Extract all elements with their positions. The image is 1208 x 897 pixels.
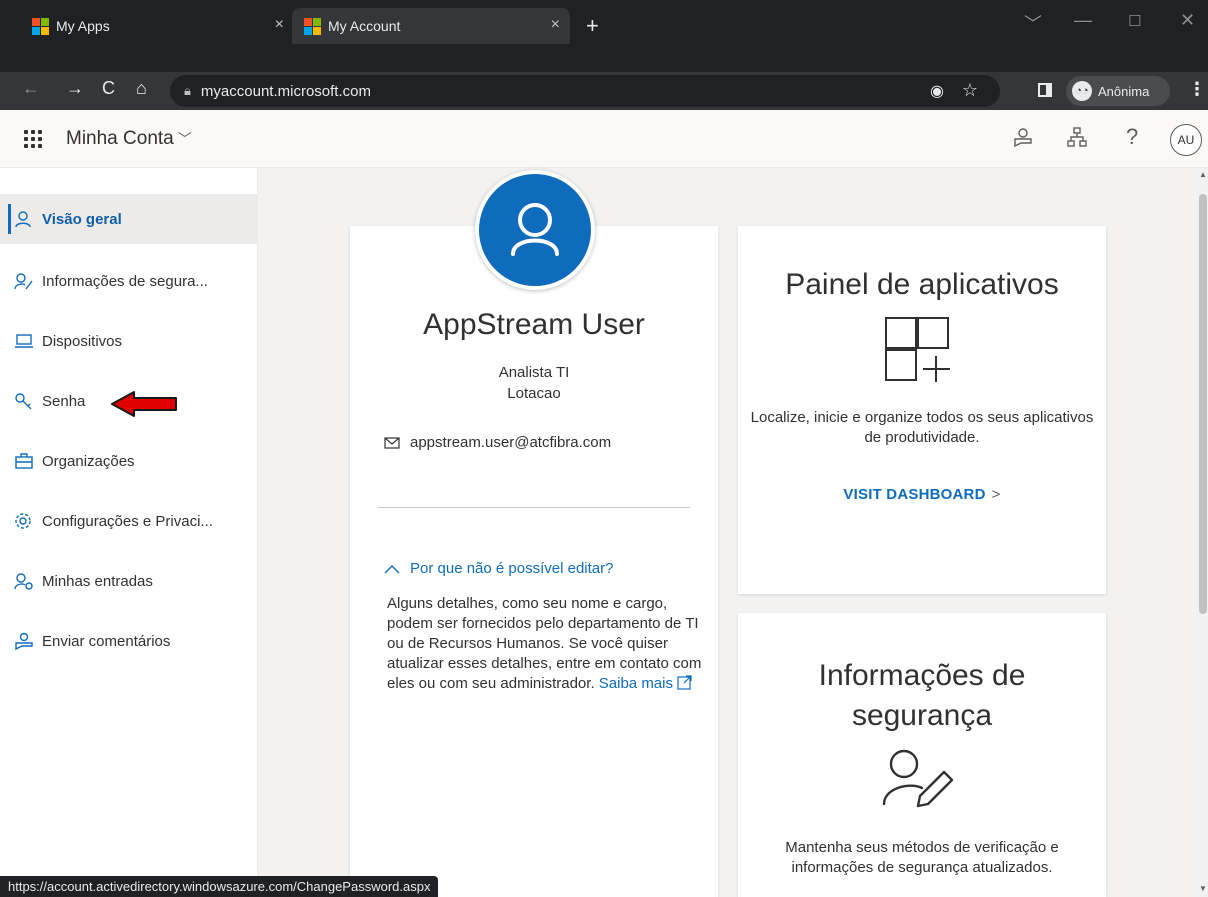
sidebar-item-send-feedback[interactable]: Enviar comentários: [0, 616, 258, 666]
red-arrow-annotation-icon: [111, 391, 177, 417]
learn-more-link[interactable]: Saiba mais: [599, 675, 673, 692]
address-url[interactable]: myaccount.microsoft.com: [201, 83, 371, 100]
microsoft-logo-icon: [32, 18, 49, 35]
scroll-up-icon[interactable]: ▲: [1199, 170, 1207, 179]
profile-location: Lotacao: [507, 385, 561, 402]
visit-dashboard-link[interactable]: VISIT DASHBOARD >: [738, 486, 1106, 503]
security-info-title-line2: segurança: [851, 699, 993, 732]
sidebar-item-label: Organizações: [42, 452, 135, 470]
link-status-bar: https://account.activedirectory.windowsa…: [0, 876, 439, 897]
feedback-icon[interactable]: [1012, 126, 1034, 154]
sidebar-item-settings-privacy[interactable]: Configurações e Privaci...: [0, 496, 258, 546]
address-bar[interactable]: 🔒︎ myaccount.microsoft.com ◉ ☆: [170, 75, 1000, 107]
visit-dashboard-label: VISIT DASHBOARD: [843, 486, 986, 503]
why-cant-edit-text: Alguns detalhes, como seu nome e cargo, …: [387, 594, 702, 694]
person-key-icon: [14, 272, 42, 290]
tab-search-chevron-icon[interactable]: ﹀: [1024, 10, 1042, 36]
sidebar-item-overview[interactable]: Visão geral: [0, 194, 258, 244]
sidebar-item-organizations[interactable]: Organizações: [0, 436, 258, 486]
why-cant-edit-toggle[interactable]: Por que não é possível editar?: [384, 560, 613, 577]
person-key-icon: [14, 572, 42, 590]
browser-menu-icon[interactable]: ⋮: [1188, 79, 1206, 100]
page-scrollbar[interactable]: ▲ ▼: [1198, 168, 1208, 897]
profile-job-title: Analista TI: [498, 364, 570, 381]
person-icon: [511, 203, 559, 256]
app-title-menu[interactable]: Minha Conta ﹀: [66, 128, 192, 150]
profile-name: AppStream User: [423, 308, 645, 341]
sidebar-item-label: Senha: [42, 392, 86, 410]
sidebar-item-label: Dispositivos: [42, 332, 123, 350]
person-edit-icon: [882, 749, 954, 808]
reload-icon[interactable]: C: [102, 78, 115, 99]
avatar[interactable]: AU: [1170, 124, 1202, 156]
security-info-description: Mantenha seus métodos de verificação e i…: [785, 839, 1059, 876]
tab-title: My Account: [328, 18, 401, 34]
scrollbar-thumb[interactable]: [1199, 194, 1207, 614]
tab-close-icon[interactable]: ×: [551, 16, 560, 34]
external-link-icon[interactable]: [677, 675, 692, 692]
sidebar-item-label: Visão geral: [42, 210, 122, 228]
feedback-icon: [14, 632, 42, 650]
scroll-down-icon[interactable]: ▼: [1199, 884, 1207, 893]
security-info-title-line1: Informações de: [818, 659, 1026, 692]
incognito-icon: ◔◔: [1072, 81, 1092, 101]
apps-dashboard-title: Painel de aplicativos: [785, 268, 1059, 301]
mail-icon: [384, 436, 400, 449]
gear-icon: [14, 512, 42, 530]
profile-email: appstream.user@atcfibra.com: [410, 434, 612, 451]
sidebar-item-label: Minhas entradas: [42, 572, 153, 590]
key-icon: [14, 392, 42, 410]
home-icon[interactable]: ⌂: [136, 78, 147, 99]
app-launcher-icon[interactable]: [24, 130, 42, 148]
sidebar-item-security-info[interactable]: Informações de segura...: [0, 256, 258, 306]
sidebar-item-my-sign-ins[interactable]: Minhas entradas: [0, 556, 258, 606]
help-icon[interactable]: ?: [1126, 124, 1138, 150]
sidebar-item-label: Informações de segura...: [42, 272, 208, 290]
bookmark-star-icon[interactable]: ☆: [962, 80, 978, 101]
profile-avatar: [475, 170, 595, 290]
microsoft-logo-icon: [304, 18, 321, 35]
minimize-icon[interactable]: —: [1074, 10, 1092, 31]
person-icon: [14, 210, 42, 228]
incognito-profile-button[interactable]: ◔◔ Anônima: [1066, 76, 1170, 106]
chevron-right-icon: >: [991, 486, 1001, 503]
tab-close-icon[interactable]: ×: [275, 16, 284, 34]
tab-title: My Apps: [56, 18, 110, 34]
eye-icon[interactable]: ◉: [930, 81, 944, 101]
forward-icon[interactable]: →: [66, 78, 84, 99]
chevron-down-icon: ﹀: [177, 131, 192, 147]
sidebar-item-label: Configurações e Privaci...: [42, 512, 213, 530]
profile-email-row: appstream.user@atcfibra.com: [384, 434, 611, 451]
laptop-icon: [14, 333, 42, 349]
divider: [378, 507, 690, 508]
sidebar-item-devices[interactable]: Dispositivos: [0, 316, 258, 366]
organization-icon[interactable]: [1066, 126, 1088, 154]
app-header: Minha Conta ﹀ ? AU: [0, 110, 1208, 168]
why-cant-edit-label: Por que não é possível editar?: [410, 560, 614, 577]
tab-my-apps[interactable]: My Apps ×: [22, 8, 294, 44]
maximize-icon[interactable]: ☐: [1128, 12, 1141, 30]
briefcase-icon: [14, 453, 42, 469]
window-close-icon[interactable]: ✕: [1180, 10, 1195, 31]
browser-tab-bar: My Apps × My Account × + ﹀ — ☐ ✕: [0, 0, 1208, 72]
apps-dashboard-description: Localize, inicie e organize todos os seu…: [750, 409, 1094, 446]
incognito-label: Anônima: [1098, 83, 1150, 99]
sidebar-item-label: Enviar comentários: [42, 632, 171, 650]
new-tab-button[interactable]: +: [586, 15, 599, 37]
browser-toolbar: ← → C ⌂ 🔒︎ myaccount.microsoft.com ◉ ☆ ◔…: [0, 72, 1208, 110]
tab-my-account[interactable]: My Account ×: [292, 8, 570, 44]
apps-grid-add-icon: [885, 317, 950, 382]
side-panel-icon[interactable]: [1038, 83, 1052, 97]
lock-icon[interactable]: 🔒︎: [184, 83, 191, 99]
chevron-up-icon: [384, 564, 400, 574]
sidebar-nav: Visão geral Informações de segura... Dis…: [0, 168, 258, 897]
app-title: Minha Conta: [66, 128, 174, 149]
back-icon[interactable]: ←: [22, 78, 40, 99]
security-info-title: Informações de segurança: [738, 656, 1106, 736]
